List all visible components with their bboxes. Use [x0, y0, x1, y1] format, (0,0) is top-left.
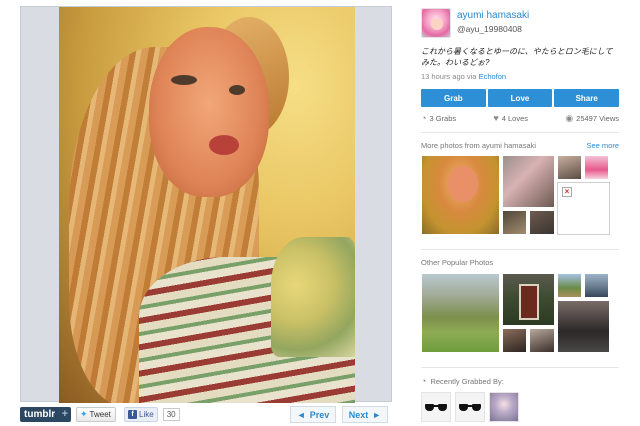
grabs-stat: ◔ 3 Grabs — [421, 113, 456, 123]
more-photos-title: More photos from ayumi hamasaki — [421, 141, 537, 150]
recently-grabbed-heading: ◔ Recently Grabbed By: — [421, 367, 619, 386]
prev-pager: ◄ Prev — [290, 406, 336, 423]
grabber-avatar[interactable] — [421, 392, 451, 422]
broken-image-icon: × — [562, 187, 572, 197]
see-more-link[interactable]: See more — [586, 141, 619, 150]
tweet-button[interactable]: ✦ Tweet — [76, 406, 116, 422]
prev-button[interactable]: ◄ Prev — [290, 406, 336, 423]
thumbnail[interactable] — [557, 300, 610, 353]
grab-icon: ◔ — [421, 113, 427, 123]
grabs-count: 3 Grabs — [429, 113, 457, 123]
post-caption: これから暑くなるとゆーのに、やたらとロン毛にしてみた。わいるどぉ? — [421, 47, 613, 67]
heart-icon: ♥ — [493, 113, 499, 123]
loves-stat: ♥ 4 Loves — [493, 113, 528, 123]
action-buttons: Grab Love Share — [421, 89, 620, 107]
share-button[interactable]: Share — [554, 89, 620, 107]
twitter-bird-icon: ✦ — [80, 408, 88, 419]
thumbnail[interactable] — [584, 155, 609, 180]
grabber-avatar[interactable] — [455, 392, 485, 422]
thumbnail[interactable] — [502, 155, 555, 208]
main-photo[interactable] — [59, 7, 355, 403]
prev-label: Prev — [309, 409, 330, 420]
tumblr-share-button[interactable]: tumblr + — [20, 406, 71, 422]
thumbnail[interactable] — [421, 273, 500, 353]
views-count: 25497 Views — [576, 113, 619, 123]
post-meta: 13 hours ago via Echofon — [421, 72, 619, 81]
recent-grabbers — [421, 392, 619, 422]
sunglasses-icon — [425, 403, 447, 411]
thumbnail[interactable] — [502, 328, 527, 353]
via-link[interactable]: Echofon — [479, 72, 507, 81]
like-count: 30 — [162, 407, 180, 421]
next-label: Next — [348, 409, 369, 420]
plus-icon: + — [61, 408, 68, 420]
thumbnail[interactable] — [421, 155, 500, 235]
user-info: ayumi hamasaki @ayu_19980408 — [421, 8, 619, 38]
user-name[interactable]: ayumi hamasaki — [457, 10, 529, 21]
thumbnail[interactable]: × — [557, 182, 610, 235]
facebook-icon: f — [128, 409, 137, 419]
grab-icon: ◔ — [421, 376, 427, 386]
thumbnail[interactable] — [557, 273, 582, 298]
like-label: Like — [139, 409, 154, 419]
photo-frame — [20, 6, 392, 403]
popular-heading: Other Popular Photos — [421, 249, 619, 267]
avatar[interactable] — [421, 8, 451, 38]
right-arrow-icon: ► — [372, 409, 382, 420]
post-stats: ◔ 3 Grabs ♥ 4 Loves ◉ 25497 Views — [421, 112, 619, 124]
thumbnail[interactable] — [502, 273, 555, 326]
tumblr-label: tumblr — [24, 408, 56, 420]
popular-title: Other Popular Photos — [421, 258, 494, 267]
eye-icon: ◉ — [565, 112, 574, 123]
views-stat: ◉ 25497 Views — [565, 113, 619, 124]
next-pager: Next ► — [342, 406, 388, 423]
loves-count: 4 Loves — [501, 113, 529, 123]
more-photos-grid: × — [421, 155, 619, 241]
more-photos-heading: More photos from ayumi hamasaki See more — [421, 132, 619, 150]
thumbnail[interactable] — [502, 210, 527, 235]
thumbnail[interactable] — [584, 273, 609, 298]
photo-page: tumblr + ✦ Tweet f Like 30 ◄ Prev Next ►… — [0, 0, 640, 426]
love-button[interactable]: Love — [487, 89, 553, 107]
grabber-avatar[interactable] — [489, 392, 519, 422]
sunglasses-icon — [459, 403, 481, 411]
thumbnail[interactable] — [529, 210, 555, 235]
facebook-like-button[interactable]: f Like — [124, 406, 158, 422]
thumbnail[interactable] — [557, 155, 582, 180]
share-bar: tumblr + ✦ Tweet f Like 30 — [20, 406, 180, 422]
left-arrow-icon: ◄ — [296, 409, 306, 420]
sidebar: ayumi hamasaki @ayu_19980408 これから暑くなるとゆー… — [421, 8, 620, 422]
post-time: 13 hours ago via — [421, 72, 477, 81]
user-handle: @ayu_19980408 — [457, 24, 522, 34]
next-button[interactable]: Next ► — [342, 406, 388, 423]
grab-button[interactable]: Grab — [421, 89, 486, 107]
thumbnail[interactable] — [529, 328, 555, 353]
popular-photos-grid — [421, 273, 619, 359]
recently-title: Recently Grabbed By: — [430, 376, 504, 386]
tweet-label: Tweet — [89, 409, 111, 419]
